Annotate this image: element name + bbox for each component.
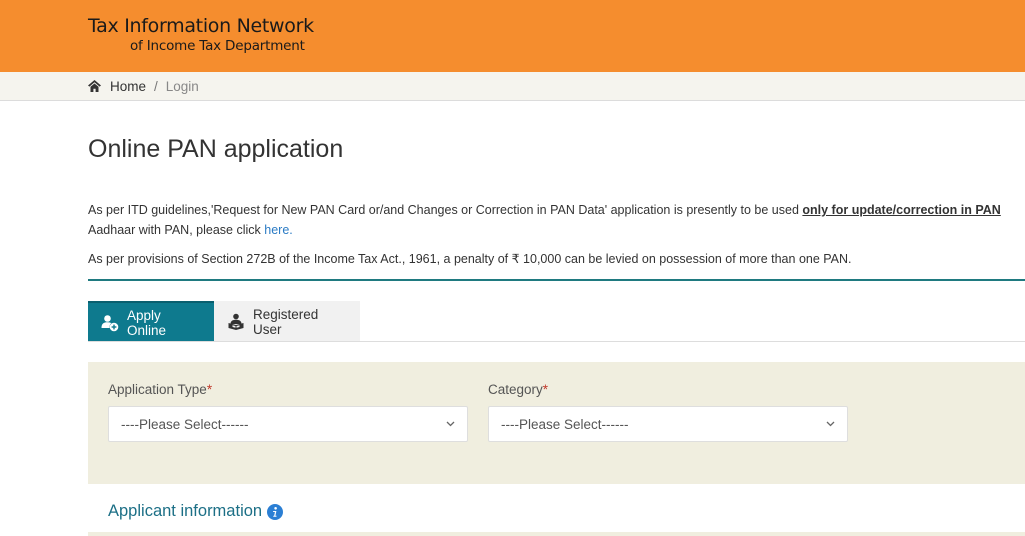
applicant-information-title: Applicant information <box>108 502 263 520</box>
breadcrumb-bar: Home / Login <box>0 72 1025 101</box>
breadcrumb: Home / Login <box>88 72 199 100</box>
chevron-down-icon <box>826 421 835 427</box>
notice-line-1: As per ITD guidelines,'Request for New P… <box>88 200 1025 220</box>
itd-guidelines-notice: As per ITD guidelines,'Request for New P… <box>88 200 1025 240</box>
user-plus-icon <box>101 314 119 332</box>
required-marker: * <box>542 382 549 397</box>
aadhaar-link-here[interactable]: here. <box>264 223 293 237</box>
category-value: ----Please Select------ <box>501 416 629 432</box>
tab-apply-online-label: Apply Online <box>127 307 167 338</box>
category-field: Category* ----Please Select------ <box>488 382 848 442</box>
breadcrumb-current: Login <box>165 78 199 94</box>
site-header: Tax Information Network of Income Tax De… <box>0 0 1025 72</box>
breadcrumb-home-link[interactable]: Home <box>110 79 146 94</box>
required-marker: * <box>206 382 213 397</box>
tab-registered-user-label: Registered User <box>253 306 319 337</box>
tab-registered-user[interactable]: Registered User <box>214 301 360 342</box>
application-type-label-text: Application Type <box>108 382 207 397</box>
notice-emphasis: only for update/correction in PAN <box>802 203 1001 217</box>
site-logo[interactable]: Tax Information Network of Income Tax De… <box>88 14 314 55</box>
application-tabs: Apply Online Registered User <box>88 301 360 342</box>
application-type-field: Application Type* ----Please Select-----… <box>108 382 468 442</box>
brand-subtitle: of Income Tax Department <box>130 38 305 54</box>
user-reading-icon <box>227 313 245 331</box>
home-icon[interactable] <box>88 80 101 92</box>
chevron-down-icon <box>446 421 455 427</box>
tab-apply-online[interactable]: Apply Online <box>88 301 214 342</box>
category-select[interactable]: ----Please Select------ <box>488 406 848 442</box>
penalty-notice: As per provisions of Section 272B of the… <box>88 252 852 266</box>
applicant-information-heading: Applicant information <box>108 502 284 521</box>
tabs-divider <box>88 341 1025 342</box>
applicant-form-panel <box>88 532 1025 536</box>
notice-text-2: Aadhaar with PAN, please click <box>88 223 265 237</box>
info-icon[interactable] <box>267 503 284 520</box>
notice-line-2: Aadhaar with PAN, please click here. <box>88 220 1025 240</box>
applicant-information-section: Applicant information <box>88 484 1025 532</box>
application-type-select[interactable]: ----Please Select------ <box>108 406 468 442</box>
category-label-text: Category <box>488 382 543 397</box>
section-divider <box>88 279 1025 281</box>
page-title: Online PAN application <box>88 135 344 163</box>
application-form-panel: Application Type* ----Please Select-----… <box>88 362 1025 484</box>
application-type-value: ----Please Select------ <box>121 416 249 432</box>
category-label: Category* <box>488 382 848 397</box>
application-type-label: Application Type* <box>108 382 468 397</box>
brand-title: Tax Information Network <box>88 15 314 37</box>
breadcrumb-separator: / <box>154 78 158 94</box>
notice-text: As per ITD guidelines,'Request for New P… <box>88 203 803 217</box>
